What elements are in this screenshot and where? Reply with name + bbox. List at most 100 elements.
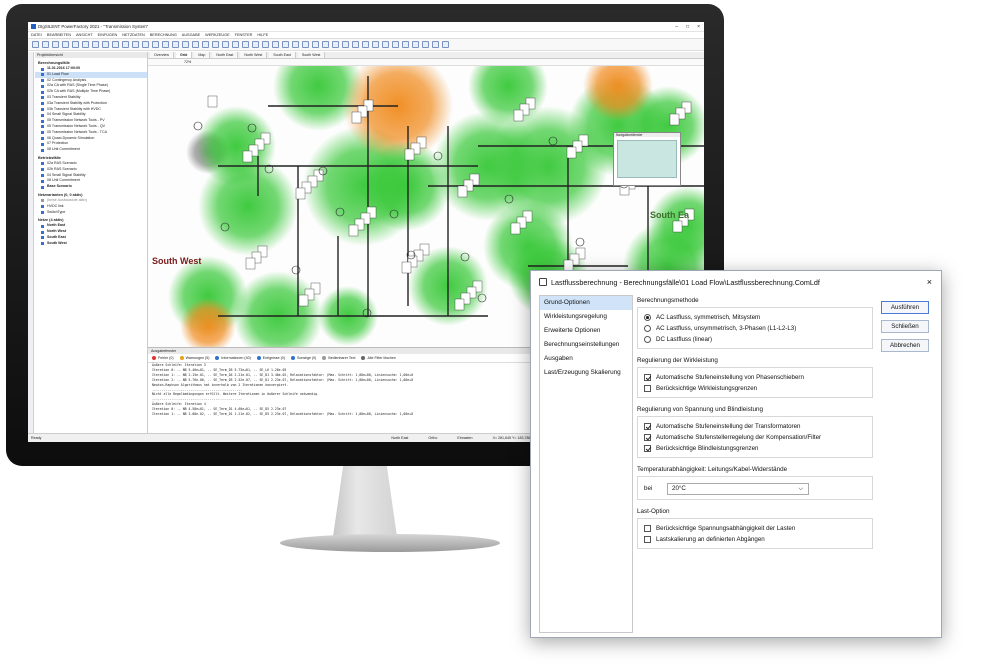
dialog-page-item[interactable]: Wirkleistungsregelung <box>540 310 632 324</box>
toolbar-tool-icon[interactable] <box>112 41 119 48</box>
output-filter[interactable]: Informationen (40) <box>215 356 251 361</box>
zoom-level[interactable]: 72% <box>184 60 191 64</box>
checkbox[interactable] <box>644 525 651 532</box>
menu-berechnung[interactable]: BERECHNUNG <box>150 33 177 37</box>
toolbar-tool-icon[interactable] <box>442 41 449 48</box>
menu-netzdaten[interactable]: NETZDATEN <box>122 33 145 37</box>
toolbar-tool-icon[interactable] <box>342 41 349 48</box>
toolbar-tool-icon[interactable] <box>422 41 429 48</box>
tab-diagram[interactable]: South West <box>297 52 326 58</box>
checkbox-row[interactable]: Berücksichtige Spannungsabhängigkeit der… <box>644 523 866 534</box>
toolbar-tool-icon[interactable] <box>172 41 179 48</box>
toolbar-tool-icon[interactable] <box>202 41 209 48</box>
toolbar-tool-icon[interactable] <box>52 41 59 48</box>
method-option[interactable]: AC Lastfluss, symmetrisch, Mitsystem <box>644 312 866 323</box>
toolbar-tool-icon[interactable] <box>262 41 269 48</box>
toolbar-tool-icon[interactable] <box>132 41 139 48</box>
cancel-button[interactable]: Abbrechen <box>881 339 929 352</box>
toolbar-tool-icon[interactable] <box>432 41 439 48</box>
toolbar-tool-icon[interactable] <box>242 41 249 48</box>
checkbox[interactable] <box>644 385 651 392</box>
tab-diagram[interactable]: Map <box>194 52 211 58</box>
toolbar-tool-icon[interactable] <box>42 41 49 48</box>
menu-fenster[interactable]: FENSTER <box>235 33 253 37</box>
checkbox[interactable] <box>644 445 651 452</box>
toolbar-tool-icon[interactable] <box>402 41 409 48</box>
output-filter[interactable]: Fehler (0) <box>152 356 174 361</box>
toolbar-tool-icon[interactable] <box>352 41 359 48</box>
menu-hilfe[interactable]: HILFE <box>257 33 268 37</box>
toolbar-tool-icon[interactable] <box>72 41 79 48</box>
toolbar-tool-icon[interactable] <box>82 41 89 48</box>
radio-button[interactable] <box>644 325 651 332</box>
temperature-select[interactable]: 20°C ⌵ <box>667 482 809 495</box>
status-ortho[interactable]: Ortho <box>428 434 437 442</box>
tab-diagram[interactable]: North East <box>212 52 239 58</box>
toolbar-tool-icon[interactable] <box>372 41 379 48</box>
dialog-page-item[interactable]: Erweiterte Optionen <box>540 324 632 338</box>
toolbar-tool-icon[interactable] <box>32 41 39 48</box>
minimize-button[interactable]: – <box>675 24 678 30</box>
menu-datei[interactable]: DATEI <box>31 33 42 37</box>
tab-diagram[interactable]: North West <box>240 52 268 58</box>
output-filter[interactable]: Ereignisse (0) <box>256 356 285 361</box>
checkbox-row[interactable]: Automatische Stufeneinstellung von Phase… <box>644 372 866 383</box>
checkbox[interactable] <box>644 423 651 430</box>
checkbox-row[interactable]: Berücksichtige Blindleistungsgrenzen <box>644 443 866 454</box>
toolbar-tool-icon[interactable] <box>322 41 329 48</box>
dialog-page-item[interactable]: Berechnungseinstellungen <box>540 338 632 352</box>
tree-item[interactable]: South West <box>35 241 147 247</box>
radio-button[interactable] <box>644 336 651 343</box>
toolbar-tool-icon[interactable] <box>92 41 99 48</box>
checkbox-row[interactable]: Lastskalierung an definierten Abgängen <box>644 534 866 545</box>
toolbar-tool-icon[interactable] <box>222 41 229 48</box>
tab-diagram[interactable]: Grid <box>175 52 193 58</box>
checkbox[interactable] <box>644 536 651 543</box>
navigation-window[interactable]: Navigationsfenster <box>613 132 681 186</box>
sidebar-vertical-tabs[interactable] <box>28 52 34 434</box>
toolbar-tool-icon[interactable] <box>382 41 389 48</box>
close-button[interactable]: Schließen <box>881 320 929 333</box>
toolbar-tool-icon[interactable] <box>122 41 129 48</box>
status-snap[interactable]: Einrasten <box>457 434 472 442</box>
toolbar-tool-icon[interactable] <box>152 41 159 48</box>
toolbar-tool-icon[interactable] <box>192 41 199 48</box>
toolbar-tool-icon[interactable] <box>182 41 189 48</box>
output-filter[interactable]: Alle Filter löschen <box>361 356 396 361</box>
toolbar-tool-icon[interactable] <box>162 41 169 48</box>
tree-item[interactable]: Base Scenario <box>35 184 147 190</box>
toolbar-tool-icon[interactable] <box>232 41 239 48</box>
output-filter[interactable]: Sonstige (0) <box>290 356 316 361</box>
toolbar-tool-icon[interactable] <box>302 41 309 48</box>
output-filter[interactable]: Bedienbarer Text <box>322 356 355 361</box>
checkbox-row[interactable]: Automatische Stufenstellerregelung der K… <box>644 432 866 443</box>
toolbar-tool-icon[interactable] <box>102 41 109 48</box>
dialog-close-button[interactable]: × <box>927 277 941 287</box>
menu-werkzeuge[interactable]: WERKZEUGE <box>205 33 229 37</box>
menu-ausgabe[interactable]: AUSGABE <box>182 33 200 37</box>
checkbox-row[interactable]: Automatische Stufeneinstellung der Trans… <box>644 421 866 432</box>
toolbar-tool-icon[interactable] <box>332 41 339 48</box>
toolbar-tool-icon[interactable] <box>282 41 289 48</box>
menu-ansicht[interactable]: ANSICHT <box>76 33 93 37</box>
dialog-page-item[interactable]: Ausgaben <box>540 352 632 366</box>
checkbox-row[interactable]: Berücksichtige Wirkleistungsgrenzen <box>644 383 866 394</box>
output-filter[interactable]: Warnungen (5) <box>179 356 209 361</box>
maximize-button[interactable]: □ <box>686 24 689 30</box>
toolbar-tool-icon[interactable] <box>392 41 399 48</box>
toolbar-tool-icon[interactable] <box>212 41 219 48</box>
toolbar-tool-icon[interactable] <box>272 41 279 48</box>
toolbar-tool-icon[interactable] <box>362 41 369 48</box>
toolbar-tool-icon[interactable] <box>252 41 259 48</box>
method-option[interactable]: DC Lastfluss (linear) <box>644 334 866 345</box>
checkbox[interactable] <box>644 434 651 441</box>
checkbox[interactable] <box>644 374 651 381</box>
toolbar-tool-icon[interactable] <box>412 41 419 48</box>
menu-bearbeiten[interactable]: BEARBEITEN <box>47 33 71 37</box>
toolbar-tool-icon[interactable] <box>312 41 319 48</box>
tree-item[interactable]: SwitchType <box>35 210 147 216</box>
close-window-button[interactable]: × <box>697 24 700 30</box>
toolbar-tool-icon[interactable] <box>62 41 69 48</box>
tab-diagram[interactable]: Overview <box>150 52 174 58</box>
radio-button[interactable] <box>644 314 651 321</box>
